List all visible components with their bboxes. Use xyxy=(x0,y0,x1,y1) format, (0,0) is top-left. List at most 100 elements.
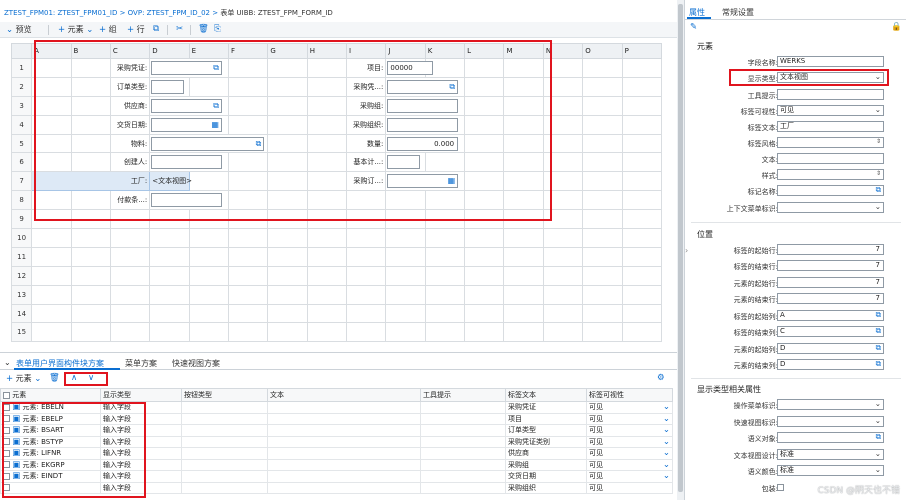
breadcrumb-path[interactable]: ZTEST_FPM01: ZTEST_FPM01_ID > OVP: ZTEST… xyxy=(4,9,220,17)
grid-cell[interactable] xyxy=(70,209,111,230)
calendar-icon[interactable]: ▦ xyxy=(211,119,219,131)
grid-cell[interactable] xyxy=(464,152,505,173)
grid-cell[interactable] xyxy=(385,209,426,230)
grid-cell[interactable] xyxy=(621,58,663,78)
grid-cell[interactable] xyxy=(582,303,623,324)
grid-cell[interactable] xyxy=(109,303,151,324)
grid-cell[interactable] xyxy=(31,303,72,324)
row-checkbox[interactable] xyxy=(3,426,10,434)
grid-cell[interactable] xyxy=(31,228,72,248)
chevron-down-icon[interactable]: ⌄ xyxy=(663,414,672,424)
grid-cell[interactable] xyxy=(503,76,544,97)
grid-cell[interactable] xyxy=(464,76,505,97)
form-label[interactable]: 采购组织: xyxy=(346,114,387,135)
tab-menu-schema[interactable]: 菜单方案 xyxy=(125,358,157,369)
grid-cell[interactable] xyxy=(464,228,505,248)
grid-cell[interactable] xyxy=(227,209,269,230)
grid-cell[interactable] xyxy=(188,265,229,286)
row-checkbox[interactable] xyxy=(3,415,10,423)
purchase-doc-category-input[interactable]: ⧉ xyxy=(387,79,459,94)
grid-cell[interactable] xyxy=(306,152,348,173)
grid-cell[interactable] xyxy=(31,152,72,173)
grid-cell[interactable] xyxy=(267,209,308,230)
form-field-cell[interactable] xyxy=(149,190,229,211)
table-row[interactable]: 输入字段 采购组织 可见 xyxy=(0,481,673,494)
grid-cell[interactable] xyxy=(621,152,663,173)
grid-cell[interactable] xyxy=(582,209,623,230)
grid-cell[interactable] xyxy=(31,95,72,116)
table-row[interactable]: ▣ 元素: EBELN 输入字段 采购凭证 可见 ⌄ xyxy=(0,401,673,414)
visibility-cell[interactable]: 可见 xyxy=(586,481,673,494)
chevron-down-icon[interactable]: ⌄ xyxy=(663,471,672,481)
grid-cell[interactable] xyxy=(542,228,584,248)
grid-cell[interactable] xyxy=(542,76,584,97)
chevron-down-icon[interactable]: ⌄ xyxy=(663,448,672,458)
form-label[interactable]: 项目: xyxy=(346,58,387,78)
value-help-icon[interactable]: ⧉ xyxy=(876,344,881,352)
grid-cell[interactable] xyxy=(424,284,466,305)
grid-cell[interactable] xyxy=(424,190,466,211)
grid-cell[interactable] xyxy=(70,228,111,248)
grid-cell[interactable] xyxy=(149,322,190,343)
supplier-input[interactable]: ⧉ xyxy=(151,98,222,113)
grid-cell[interactable] xyxy=(227,95,269,116)
form-field-cell[interactable]: ⧉ xyxy=(385,76,466,97)
row-checkbox[interactable] xyxy=(3,461,10,469)
grid-cell[interactable] xyxy=(346,209,387,230)
form-label[interactable]: 付款条...: xyxy=(109,190,151,211)
grid-cell[interactable] xyxy=(346,228,387,248)
grid-cell[interactable] xyxy=(346,303,387,324)
tooltip-input[interactable] xyxy=(777,89,884,100)
form-label[interactable]: 数量: xyxy=(346,133,387,154)
grid-cell[interactable] xyxy=(582,76,623,97)
grid-cell[interactable] xyxy=(464,190,505,211)
grid-cell[interactable] xyxy=(385,246,426,267)
form-label[interactable]: 采购凭...: xyxy=(346,76,387,97)
grid-cell[interactable] xyxy=(503,114,544,135)
row-checkbox[interactable] xyxy=(3,484,10,492)
form-label[interactable]: 交货日期: xyxy=(109,114,151,135)
grid-cell[interactable] xyxy=(149,209,190,230)
grid-cell[interactable] xyxy=(542,171,584,192)
col-header-tooltip[interactable]: 工具提示 xyxy=(420,388,506,402)
value-help-icon[interactable]: ⧉ xyxy=(876,186,881,194)
quantity-input[interactable]: 0.000 xyxy=(387,136,459,151)
grid-cell[interactable] xyxy=(346,322,387,343)
grid-cell[interactable] xyxy=(188,322,229,343)
grid-cell[interactable] xyxy=(621,228,663,248)
grid-cell[interactable] xyxy=(31,284,72,305)
grid-cell[interactable] xyxy=(267,265,308,286)
visibility-cell[interactable]: 可见 ⌄ xyxy=(586,435,673,448)
plant-label-selected[interactable]: 工厂: xyxy=(31,171,151,192)
value-help-icon[interactable]: ⧉ xyxy=(449,81,455,93)
element-cell[interactable]: ▣ 元素: EBELN xyxy=(0,401,101,414)
grid-cell[interactable] xyxy=(503,322,544,343)
element-cell[interactable] xyxy=(0,481,101,494)
grid-cell[interactable] xyxy=(306,228,348,248)
grid-cell[interactable] xyxy=(188,284,229,305)
grid-cell[interactable] xyxy=(227,114,269,135)
grid-cell[interactable] xyxy=(227,76,269,97)
grid-cell[interactable] xyxy=(582,265,623,286)
chevron-down-icon[interactable]: ⌄ xyxy=(663,460,672,470)
chevron-down-icon[interactable]: ⌄ xyxy=(663,437,672,447)
plant-text-view[interactable]: <文本视图> xyxy=(149,171,192,192)
wrap-checkbox[interactable] xyxy=(777,484,784,491)
form-field-cell[interactable]: ⧉ xyxy=(149,58,229,78)
grid-cell[interactable] xyxy=(503,303,544,324)
grid-cell[interactable] xyxy=(227,228,269,248)
grid-cell[interactable] xyxy=(70,303,111,324)
grid-cell[interactable] xyxy=(424,322,466,343)
grid-cell[interactable] xyxy=(109,322,151,343)
row-checkbox[interactable] xyxy=(3,403,10,411)
context-menu-select[interactable]: ⌄ xyxy=(777,202,884,213)
grid-cell[interactable] xyxy=(31,76,72,97)
grid-cell[interactable] xyxy=(227,303,269,324)
grid-cell[interactable] xyxy=(464,58,505,78)
grid-cell[interactable] xyxy=(70,114,111,135)
grid-cell[interactable] xyxy=(464,171,505,192)
copy-icon[interactable]: ⧉ xyxy=(153,24,159,34)
grid-cell[interactable] xyxy=(70,76,111,97)
chevron-down-icon[interactable]: ⌄ xyxy=(663,425,672,435)
grid-cell[interactable] xyxy=(503,133,544,154)
